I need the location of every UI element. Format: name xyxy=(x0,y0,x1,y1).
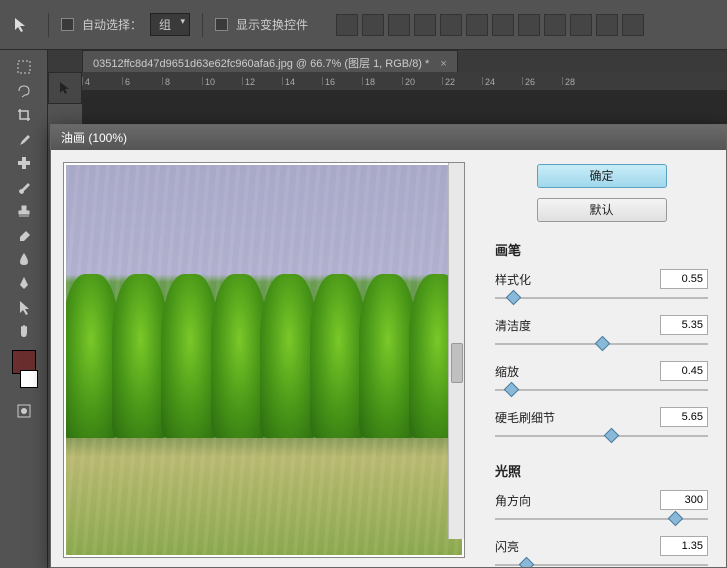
separator xyxy=(48,13,49,37)
align-icon[interactable] xyxy=(388,14,410,36)
background-color-swatch[interactable] xyxy=(20,370,38,388)
align-icon[interactable] xyxy=(336,14,358,36)
preview-vertical-scrollbar[interactable] xyxy=(448,163,464,539)
preview-frame xyxy=(63,162,465,558)
align-icon[interactable] xyxy=(466,14,488,36)
angular-slider[interactable] xyxy=(495,512,708,526)
ruler-tick: 26 xyxy=(522,77,562,85)
horizontal-ruler: 4 6 8 10 12 14 16 18 20 22 24 26 28 xyxy=(82,72,727,90)
angular-label: 角方向 xyxy=(495,492,531,509)
separator xyxy=(202,13,203,37)
align-icons-group xyxy=(336,14,644,36)
ruler-tick: 4 xyxy=(82,77,122,85)
hand-tool-icon[interactable] xyxy=(13,320,35,342)
cleanliness-slider[interactable] xyxy=(495,337,708,351)
eyedropper-tool-icon[interactable] xyxy=(13,128,35,150)
shine-label: 闪亮 xyxy=(495,538,519,555)
cleanliness-label: 清洁度 xyxy=(495,317,531,334)
align-icon[interactable] xyxy=(596,14,618,36)
document-tab-bar: 03512ffc8d47d9651d63e62fc960afa6.jpg @ 6… xyxy=(0,50,727,74)
stylization-slider-row: 样式化 xyxy=(495,269,708,305)
healing-tool-icon[interactable] xyxy=(13,152,35,174)
options-bar: 自动选择： 组 显示变换控件 xyxy=(0,0,727,50)
align-icon[interactable] xyxy=(622,14,644,36)
bristle-slider-row: 硬毛刷细节 xyxy=(495,407,708,443)
ok-button[interactable]: 确定 xyxy=(537,164,667,188)
cleanliness-slider-row: 清洁度 xyxy=(495,315,708,351)
ruler-tick: 22 xyxy=(442,77,482,85)
ruler-tick: 16 xyxy=(322,77,362,85)
auto-select-dropdown[interactable]: 组 xyxy=(150,13,190,36)
bristle-slider[interactable] xyxy=(495,429,708,443)
oil-paint-dialog: 油画 (100%) xyxy=(50,124,727,568)
move-tool-indicator xyxy=(8,11,36,39)
ruler-tick: 24 xyxy=(482,77,522,85)
stamp-tool-icon[interactable] xyxy=(13,200,35,222)
ruler-tick: 28 xyxy=(562,77,602,85)
align-icon[interactable] xyxy=(518,14,540,36)
ruler-tick: 10 xyxy=(202,77,242,85)
path-select-tool-icon[interactable] xyxy=(13,296,35,318)
marquee-tool-icon[interactable] xyxy=(13,56,35,78)
angular-value-input[interactable] xyxy=(660,490,708,510)
ruler-tick: 14 xyxy=(282,77,322,85)
show-transform-label: 显示变换控件 xyxy=(236,16,308,33)
align-icon[interactable] xyxy=(440,14,462,36)
stylization-slider[interactable] xyxy=(495,291,708,305)
brush-tool-icon[interactable] xyxy=(13,176,35,198)
align-icon[interactable] xyxy=(544,14,566,36)
preview-pane xyxy=(51,150,477,567)
pen-tool-icon[interactable] xyxy=(13,272,35,294)
close-tab-icon[interactable]: × xyxy=(440,58,446,70)
secondary-tool-column xyxy=(48,72,82,104)
preview-image[interactable] xyxy=(66,165,462,555)
document-tab-title: 03512ffc8d47d9651d63e62fc960afa6.jpg @ 6… xyxy=(93,58,429,70)
stylization-value-input[interactable] xyxy=(660,269,708,289)
align-icon[interactable] xyxy=(362,14,384,36)
ruler-tick: 12 xyxy=(242,77,282,85)
ruler-tick: 8 xyxy=(162,77,202,85)
crop-tool-icon[interactable] xyxy=(13,104,35,126)
document-tab[interactable]: 03512ffc8d47d9651d63e62fc960afa6.jpg @ 6… xyxy=(82,50,458,75)
lighting-section-title: 光照 xyxy=(495,461,708,480)
shine-slider-row: 闪亮 xyxy=(495,536,708,567)
dialog-title[interactable]: 油画 (100%) xyxy=(51,125,726,150)
scale-slider-row: 缩放 xyxy=(495,361,708,397)
shine-value-input[interactable] xyxy=(660,536,708,556)
auto-select-label: 自动选择： xyxy=(82,16,142,33)
scale-slider[interactable] xyxy=(495,383,708,397)
auto-select-checkbox[interactable] xyxy=(61,18,74,31)
blur-tool-icon[interactable] xyxy=(13,248,35,270)
move-tool-icon[interactable] xyxy=(54,77,76,99)
scale-value-input[interactable] xyxy=(660,361,708,381)
quickmask-icon[interactable] xyxy=(13,400,35,422)
show-transform-checkbox[interactable] xyxy=(215,18,228,31)
ruler-tick: 20 xyxy=(402,77,442,85)
toolbox xyxy=(0,50,48,568)
align-icon[interactable] xyxy=(414,14,436,36)
ruler-tick: 6 xyxy=(122,77,162,85)
controls-pane: 确定 默认 画笔 样式化 清洁度 缩放 xyxy=(477,150,726,567)
eraser-tool-icon[interactable] xyxy=(13,224,35,246)
cleanliness-value-input[interactable] xyxy=(660,315,708,335)
align-icon[interactable] xyxy=(570,14,592,36)
bristle-value-input[interactable] xyxy=(660,407,708,427)
angular-slider-row: 角方向 xyxy=(495,490,708,526)
scrollbar-thumb[interactable] xyxy=(451,343,463,383)
stylization-label: 样式化 xyxy=(495,271,531,288)
ruler-tick: 18 xyxy=(362,77,402,85)
scale-label: 缩放 xyxy=(495,363,519,380)
shine-slider[interactable] xyxy=(495,558,708,567)
align-icon[interactable] xyxy=(492,14,514,36)
default-button[interactable]: 默认 xyxy=(537,198,667,222)
lasso-tool-icon[interactable] xyxy=(13,80,35,102)
brush-section-title: 画笔 xyxy=(495,240,708,259)
bristle-label: 硬毛刷细节 xyxy=(495,409,555,426)
